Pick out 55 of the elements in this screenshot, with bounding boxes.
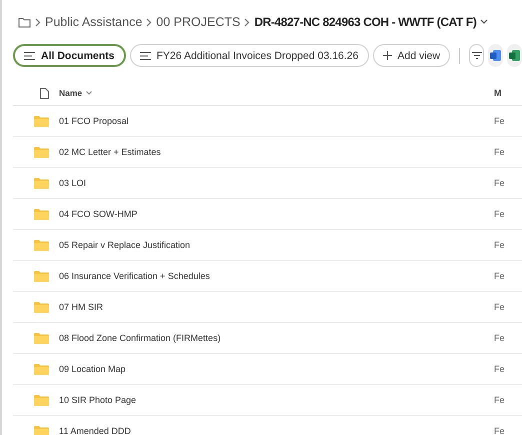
table-cell: Fe: [494, 209, 505, 219]
table-cell: Fe: [494, 147, 505, 157]
chevron-icon: [146, 18, 152, 26]
filter-button[interactable]: [468, 44, 484, 67]
folder-name[interactable]: 06 Insurance Verification + Schedules: [59, 271, 494, 281]
folder-icon: [34, 332, 49, 344]
table-cell: Fe: [494, 364, 505, 374]
breadcrumb-link[interactable]: 00 PROJECTS: [156, 15, 240, 29]
folder-icon: [34, 302, 49, 312]
folder-name[interactable]: 07 HM SIR: [59, 302, 494, 312]
folder-name[interactable]: 08 Flood Zone Confirmation (FIRMettes): [59, 333, 494, 343]
folder-icon: [34, 364, 49, 374]
breadcrumb-link[interactable]: Public Assistance: [45, 15, 142, 29]
sort-caret-icon[interactable]: [86, 91, 92, 95]
breadcrumb-link[interactable]: DR-4827-NC 824963 COH - WWTF (CAT F): [254, 15, 476, 29]
file-type-icon: [40, 88, 49, 98]
folder-icon: [34, 178, 49, 188]
folder-name[interactable]: 01 FCO Proposal: [59, 116, 494, 126]
lines-icon: [140, 52, 151, 60]
column-header[interactable]: Name: [59, 88, 82, 98]
filter-icon: [472, 52, 482, 59]
view-tab[interactable]: FY26 Additional Invoices Dropped 03.16.26: [130, 44, 368, 67]
folder-icon: [34, 208, 49, 220]
table-cell: Fe: [494, 302, 505, 312]
folder-name[interactable]: 11 Amended DDD: [59, 426, 494, 435]
table-cell: Fe: [494, 426, 505, 435]
folder-name[interactable]: 02 MC Letter + Estimates: [59, 147, 494, 157]
add-view-button[interactable]: Add view: [372, 44, 450, 67]
folder-icon: [34, 240, 49, 250]
chevron-down-icon[interactable]: [480, 19, 488, 25]
table-cell: Fe: [494, 333, 505, 343]
folder-icon[interactable]: [18, 16, 31, 28]
folder-name[interactable]: 09 Location Map: [59, 364, 494, 374]
spreadsheet-app-icon: [509, 50, 520, 61]
table-cell: Fe: [494, 178, 505, 188]
folder-name[interactable]: 03 LOI: [59, 178, 494, 188]
table-cell: Fe: [494, 271, 505, 281]
column-header[interactable]: M: [494, 88, 502, 98]
document-app-icon: [490, 50, 502, 61]
folder-name[interactable]: 10 SIR Photo Page: [59, 395, 494, 405]
lines-icon: [24, 52, 35, 60]
table-cell: Fe: [494, 395, 505, 405]
folder-icon: [34, 394, 49, 406]
chevron-icon: [35, 18, 41, 26]
table-cell: Fe: [494, 240, 505, 250]
folder-icon: [34, 116, 49, 126]
folder-icon: [34, 426, 49, 435]
folder-icon: [34, 270, 49, 282]
folder-icon: [34, 146, 49, 158]
view-tab[interactable]: All Documents: [13, 44, 126, 67]
table-cell: Fe: [494, 116, 505, 126]
folder-name[interactable]: 04 FCO SOW-HMP: [59, 209, 494, 219]
folder-name[interactable]: 05 Repair v Replace Justification: [59, 240, 494, 250]
plus-icon: [382, 51, 392, 60]
chevron-icon: [244, 18, 250, 26]
